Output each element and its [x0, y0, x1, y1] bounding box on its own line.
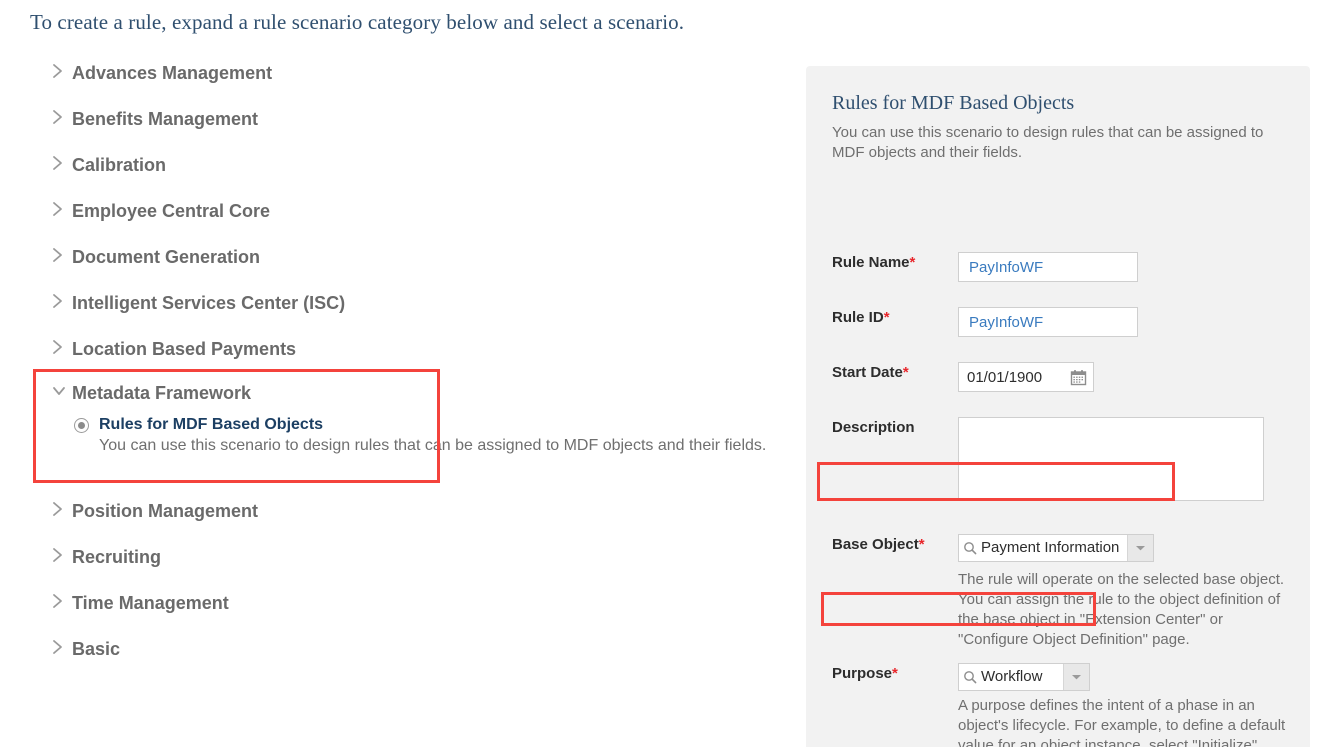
- category-label: Recruiting: [72, 547, 162, 567]
- purpose-value: Workflow: [981, 668, 1043, 685]
- chevron-right-icon: [52, 338, 72, 355]
- category-metadata-framework[interactable]: Metadata Framework: [52, 382, 792, 404]
- category-label: Basic: [72, 639, 121, 659]
- start-date-label: Start Date*: [832, 362, 958, 392]
- scenario-radio-button[interactable]: [74, 418, 89, 433]
- rule-name-label-text: Rule Name: [832, 254, 910, 271]
- base-object-help-text: The rule will operate on the selected ba…: [958, 571, 1285, 648]
- purpose-help-text: A purpose defines the intent of a phase …: [958, 697, 1286, 747]
- chevron-right-icon: [52, 638, 72, 655]
- category-label: Metadata Framework: [72, 383, 252, 403]
- purpose-label-text: Purpose: [832, 665, 893, 682]
- panel-title: Rules for MDF Based Objects: [832, 92, 1075, 114]
- base-object-value: Payment Information: [981, 539, 1120, 556]
- description-label-text: Description: [832, 419, 915, 436]
- chevron-right-icon: [52, 154, 72, 171]
- chevron-down-icon[interactable]: [1127, 535, 1153, 561]
- search-icon: [959, 670, 981, 684]
- chevron-right-icon: [52, 292, 72, 309]
- chevron-right-icon: [52, 500, 72, 517]
- field-rule-id: Rule ID*: [832, 307, 1138, 337]
- scenario-texts: Rules for MDF Based Objects You can use …: [99, 415, 792, 456]
- category-document-generation[interactable]: Document Generation: [52, 246, 792, 292]
- start-date-label-text: Start Date: [832, 364, 903, 381]
- required-asterisk: *: [918, 536, 925, 553]
- field-purpose: Purpose* Workflow: [832, 663, 1090, 691]
- base-object-label: Base Object*: [832, 534, 958, 562]
- scenario-item-rules-for-mdf-based-objects[interactable]: Rules for MDF Based Objects You can use …: [74, 415, 792, 456]
- category-calibration[interactable]: Calibration: [52, 154, 792, 200]
- required-asterisk: *: [909, 254, 916, 271]
- field-start-date: Start Date*: [832, 362, 1094, 392]
- base-object-label-text: Base Object: [832, 536, 919, 553]
- rule-id-input[interactable]: [958, 307, 1138, 337]
- calendar-icon[interactable]: [1063, 363, 1093, 391]
- base-object-lookup[interactable]: Payment Information: [958, 534, 1154, 562]
- category-label: Benefits Management: [72, 109, 259, 129]
- category-employee-central-core[interactable]: Employee Central Core: [52, 200, 792, 246]
- chevron-right-icon: [52, 62, 72, 79]
- chevron-right-icon: [52, 108, 72, 125]
- category-list: Advances Management Benefits Management …: [52, 62, 792, 384]
- category-time-management[interactable]: Time Management: [52, 592, 792, 638]
- category-label: Time Management: [72, 593, 229, 613]
- category-metadata-framework-group: Metadata Framework Rules for MDF Based O…: [52, 382, 792, 456]
- rule-id-label-text: Rule ID: [832, 309, 884, 326]
- required-asterisk: *: [883, 309, 890, 326]
- scenario-description: You can use this scenario to design rule…: [99, 437, 767, 454]
- search-icon: [959, 541, 981, 555]
- chevron-right-icon: [52, 592, 72, 609]
- purpose-lookup[interactable]: Workflow: [958, 663, 1090, 691]
- category-recruiting[interactable]: Recruiting: [52, 546, 792, 592]
- required-asterisk: *: [902, 364, 909, 381]
- description-label: Description: [832, 417, 958, 501]
- rule-name-label: Rule Name*: [832, 252, 958, 282]
- field-base-object: Base Object* Payment Information: [832, 534, 1154, 562]
- category-label: Advances Management: [72, 63, 273, 83]
- category-label: Document Generation: [72, 247, 261, 267]
- category-label: Intelligent Services Center (ISC): [72, 293, 346, 313]
- panel-description: You can use this scenario to design rule…: [832, 124, 1264, 161]
- field-description: Description: [832, 417, 1264, 501]
- description-textarea[interactable]: [958, 417, 1264, 501]
- category-label: Position Management: [72, 501, 259, 521]
- category-intelligent-services-center[interactable]: Intelligent Services Center (ISC): [52, 292, 792, 338]
- purpose-label: Purpose*: [832, 663, 958, 691]
- chevron-right-icon: [52, 200, 72, 217]
- category-label: Calibration: [72, 155, 167, 175]
- chevron-down-icon: [52, 382, 72, 399]
- category-list-lower: Position Management Recruiting Time Mana…: [52, 500, 792, 684]
- category-label: Employee Central Core: [72, 201, 271, 221]
- chevron-right-icon: [52, 246, 72, 263]
- chevron-down-icon[interactable]: [1063, 664, 1089, 690]
- category-label: Location Based Payments: [72, 339, 297, 359]
- category-advances-management[interactable]: Advances Management: [52, 62, 792, 108]
- scenario-details-panel: Rules for MDF Based Objects You can use …: [806, 66, 1310, 747]
- field-rule-name: Rule Name*: [832, 252, 1138, 282]
- category-benefits-management[interactable]: Benefits Management: [52, 108, 792, 154]
- start-date-input[interactable]: [959, 367, 1063, 387]
- category-basic[interactable]: Basic: [52, 638, 792, 684]
- category-location-based-payments[interactable]: Location Based Payments: [52, 338, 792, 384]
- category-position-management[interactable]: Position Management: [52, 500, 792, 546]
- rule-name-input[interactable]: [958, 252, 1138, 282]
- required-asterisk: *: [892, 665, 898, 682]
- rule-scenario-page: To create a rule, expand a rule scenario…: [0, 0, 1339, 747]
- rule-id-label: Rule ID*: [832, 307, 958, 337]
- start-date-control: [958, 362, 1094, 392]
- page-intro-text: To create a rule, expand a rule scenario…: [30, 10, 685, 34]
- chevron-right-icon: [52, 546, 72, 563]
- scenario-title-link[interactable]: Rules for MDF Based Objects: [99, 416, 323, 433]
